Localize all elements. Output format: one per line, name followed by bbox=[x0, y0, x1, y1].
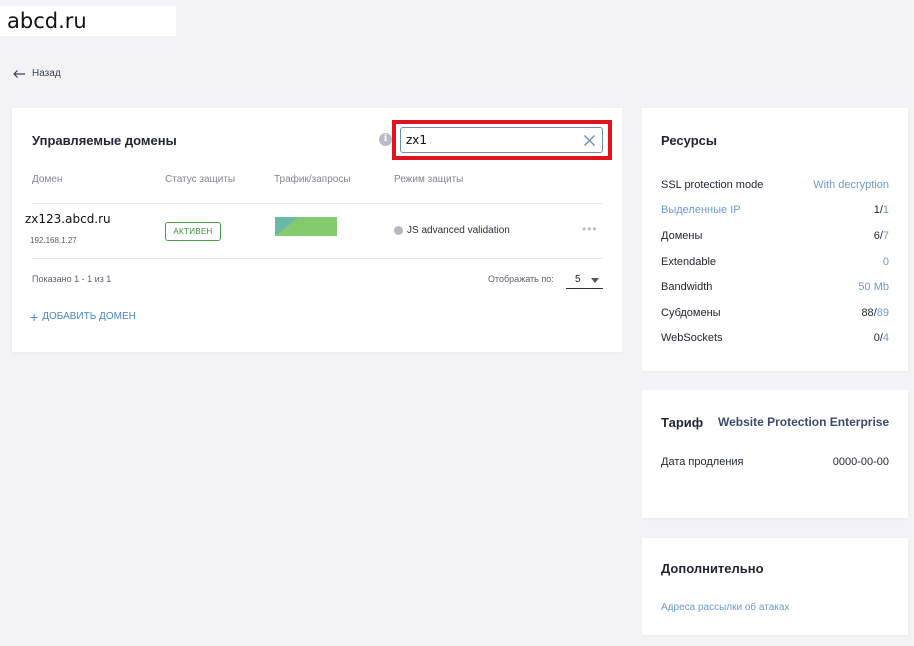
renewal-date-value: 0000-00-00 bbox=[832, 456, 889, 468]
more-options-icon[interactable]: ••• bbox=[582, 222, 598, 236]
column-header-traffic[interactable]: Трафик/запросы bbox=[274, 174, 351, 185]
per-page-select[interactable]: 5 bbox=[566, 271, 603, 289]
chevron-down-icon bbox=[591, 278, 599, 283]
tariff-plan-name: Website Protection Enterprise bbox=[718, 415, 890, 429]
info-icon bbox=[394, 226, 403, 235]
domain-search-box[interactable] bbox=[400, 127, 603, 153]
resources-title: Ресурсы bbox=[661, 133, 717, 148]
back-link[interactable]: Назад bbox=[12, 68, 61, 79]
resource-value: 50 Mb bbox=[858, 281, 889, 293]
resource-value: 0/4 bbox=[873, 332, 889, 344]
attack-mailing-addresses-link[interactable]: Адреса рассылки об атаках bbox=[661, 602, 789, 613]
dedicated-ip-link[interactable]: Выделенные IP bbox=[661, 204, 741, 216]
status-badge: АКТИВЕН bbox=[165, 222, 221, 241]
site-domain-label: abcd.ru bbox=[0, 6, 176, 36]
domain-name-link[interactable]: zx123.abcd.ru bbox=[25, 212, 111, 226]
table-divider bbox=[32, 203, 603, 204]
resource-label: WebSockets bbox=[661, 332, 723, 344]
tariff-card: Тариф Website Protection Enterprise Дата… bbox=[642, 390, 908, 518]
pagination-summary: Показано 1 - 1 из 1 bbox=[32, 274, 112, 284]
resource-label: Extendable bbox=[661, 256, 717, 268]
per-page-label: Отображать по: bbox=[488, 274, 554, 284]
plus-icon: + bbox=[30, 308, 39, 325]
column-header-domain[interactable]: Домен bbox=[32, 174, 62, 185]
resource-value: With decryption bbox=[813, 179, 889, 191]
resource-value: 6/7 bbox=[873, 230, 889, 242]
per-page-value: 5 bbox=[575, 274, 581, 285]
close-icon[interactable] bbox=[583, 134, 596, 147]
add-domain-button[interactable]: + ДОБАВИТЬ ДОМЕН bbox=[30, 308, 136, 325]
protection-mode-label: JS advanced validation bbox=[407, 225, 510, 236]
resource-value: 1/1 bbox=[873, 204, 889, 216]
additional-card: Дополнительно Адреса рассылки об атаках bbox=[642, 538, 908, 635]
resource-label: Домены bbox=[661, 230, 703, 242]
resource-value: 0 bbox=[882, 256, 889, 268]
resource-label: SSL protection mode bbox=[661, 179, 764, 191]
traffic-sparkline bbox=[275, 217, 337, 236]
column-header-status[interactable]: Статус защиты bbox=[165, 174, 235, 185]
domain-search-input[interactable] bbox=[406, 131, 576, 149]
resource-value: 88/89 bbox=[861, 307, 889, 319]
protection-mode: JS advanced validation bbox=[394, 225, 510, 236]
resources-card: Ресурсы SSL protection mode With decrypt… bbox=[642, 108, 908, 371]
renewal-date-label: Дата продления bbox=[661, 456, 744, 468]
managed-domains-title: Управляемые домены bbox=[32, 133, 177, 148]
arrow-left-icon bbox=[13, 69, 25, 78]
managed-domains-card: Управляемые домены i Домен Статус защиты… bbox=[12, 108, 622, 352]
resource-label: Bandwidth bbox=[661, 281, 713, 293]
back-link-label: Назад bbox=[32, 68, 61, 79]
tariff-title: Тариф bbox=[661, 415, 704, 430]
table-divider bbox=[32, 258, 603, 259]
resource-label: Субдомены bbox=[661, 307, 721, 319]
domain-ip: 192.168.1.27 bbox=[30, 236, 77, 245]
additional-title: Дополнительно bbox=[661, 561, 764, 576]
add-domain-label: ДОБАВИТЬ ДОМЕН bbox=[42, 311, 136, 322]
info-icon[interactable]: i bbox=[379, 133, 392, 146]
column-header-mode[interactable]: Режим защиты bbox=[394, 174, 463, 185]
